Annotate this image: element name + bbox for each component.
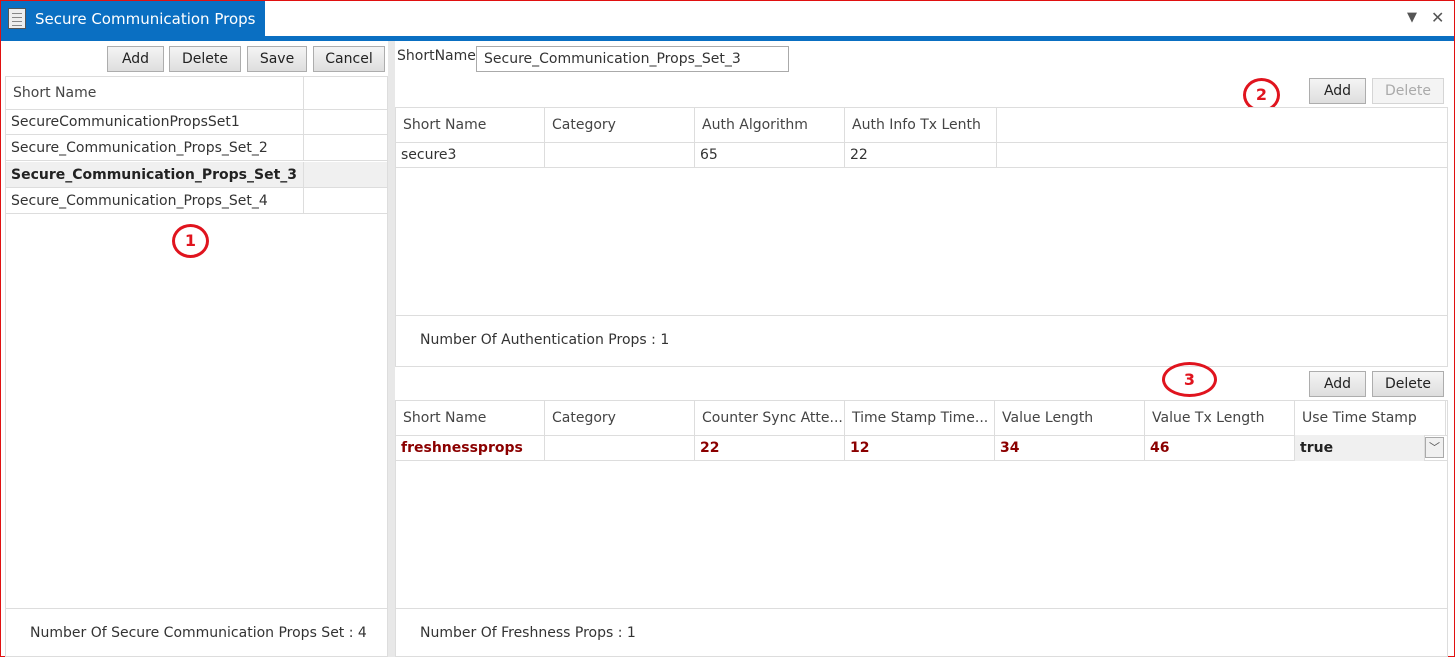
annotation-marker-1: 1	[172, 224, 209, 258]
row-short-name[interactable]: SecureCommunicationPropsSet1	[6, 109, 304, 135]
column-header-category[interactable]: Category	[545, 108, 695, 142]
column-header-time-stamp-tolerance[interactable]: Time Stamp Time...	[845, 401, 995, 435]
column-header-category[interactable]: Category	[545, 401, 695, 435]
chevron-down-icon[interactable]: ﹀	[1425, 437, 1444, 458]
cell-auth-info-tx-length[interactable]: 22	[845, 142, 997, 168]
cell-short-name[interactable]: secure3	[396, 142, 545, 168]
props-set-count: Number Of Secure Communication Props Set…	[30, 625, 367, 641]
shortname-label: ShortName	[397, 48, 476, 64]
cell-use-time-stamp[interactable]: true	[1295, 435, 1425, 461]
cell-category[interactable]	[545, 435, 695, 461]
window-title-tab[interactable]: Secure Communication Props Set	[1, 1, 265, 64]
delete-freshness-button[interactable]: Delete	[1372, 371, 1444, 397]
column-header-short-name[interactable]: Short Name	[6, 77, 304, 109]
shortname-input[interactable]	[476, 46, 789, 72]
title-underline	[1, 36, 1454, 41]
column-header-short-name[interactable]: Short Name	[396, 401, 545, 435]
chevron-down-icon[interactable]: ▼	[1407, 10, 1417, 25]
add-freshness-button[interactable]: Add	[1309, 371, 1366, 397]
document-icon	[8, 8, 26, 29]
column-header-use-time-stamp[interactable]: Use Time Stamp	[1295, 401, 1446, 435]
cell-time-stamp-tolerance[interactable]: 12	[845, 435, 995, 461]
column-header-counter-sync-attempts[interactable]: Counter Sync Atte...	[695, 401, 845, 435]
cancel-button[interactable]: Cancel	[313, 46, 385, 72]
delete-set-button[interactable]: Delete	[169, 46, 241, 72]
column-header-value-length[interactable]: Value Length	[995, 401, 1145, 435]
add-auth-button[interactable]: Add	[1309, 78, 1366, 104]
cell-counter-sync-attempts[interactable]: 22	[695, 435, 845, 461]
panel-splitter[interactable]	[388, 41, 395, 657]
row-short-name[interactable]: Secure_Communication_Props_Set_2	[6, 135, 304, 162]
cell-value-tx-length[interactable]: 46	[1145, 435, 1295, 461]
freshness-props-count: Number Of Freshness Props : 1	[420, 625, 636, 641]
column-header-short-name[interactable]: Short Name	[396, 108, 545, 142]
column-header-auth-algorithm[interactable]: Auth Algorithm	[695, 108, 845, 142]
row-short-name[interactable]: Secure_Communication_Props_Set_4	[6, 187, 304, 214]
annotation-marker-3: 3	[1162, 362, 1217, 397]
auth-props-count: Number Of Authentication Props : 1	[420, 332, 670, 348]
cell-category[interactable]	[545, 142, 695, 168]
save-button[interactable]: Save	[247, 46, 307, 72]
column-header-auth-info-tx-length[interactable]: Auth Info Tx Lenth	[845, 108, 997, 142]
cell-auth-algorithm[interactable]: 65	[695, 142, 845, 168]
delete-auth-button[interactable]: Delete	[1372, 78, 1444, 104]
close-icon[interactable]: ✕	[1431, 8, 1444, 27]
cell-short-name[interactable]: freshnessprops	[396, 435, 545, 461]
cell-value-length[interactable]: 34	[995, 435, 1145, 461]
row-short-name[interactable]: Secure_Communication_Props_Set_3	[6, 161, 304, 188]
add-set-button[interactable]: Add	[107, 46, 164, 72]
column-header-value-tx-length[interactable]: Value Tx Length	[1145, 401, 1295, 435]
